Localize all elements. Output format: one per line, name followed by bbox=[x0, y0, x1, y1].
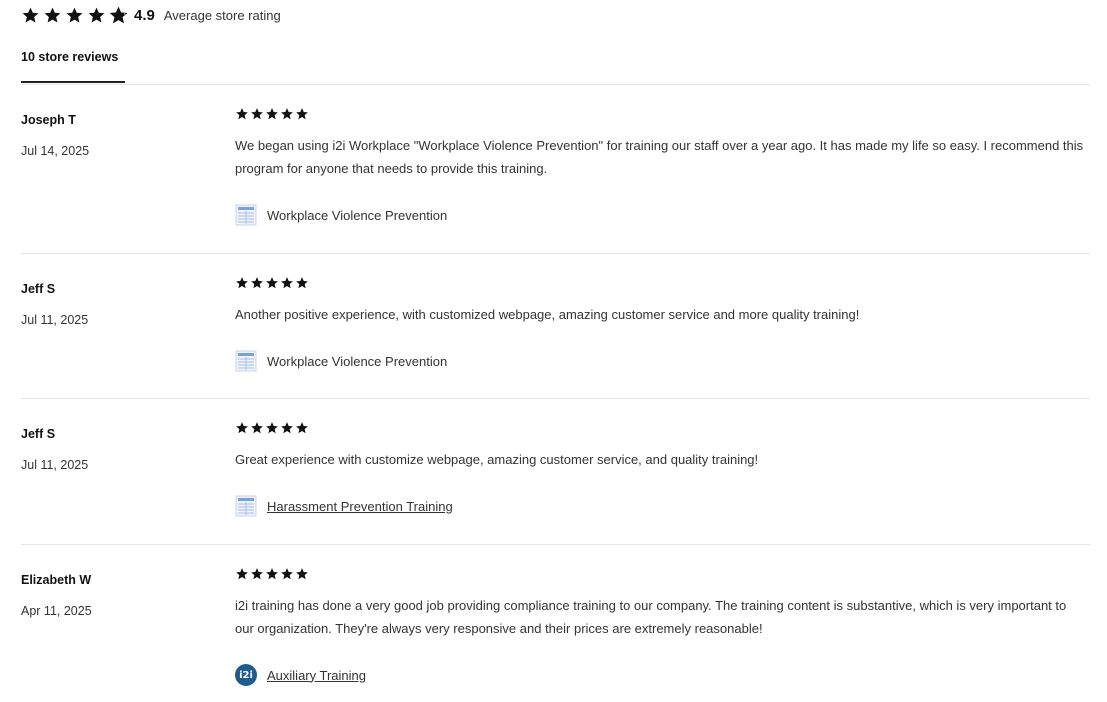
document-thumbnail-icon bbox=[235, 350, 257, 372]
star-full-icon bbox=[21, 6, 40, 25]
review-stars bbox=[235, 276, 309, 290]
review-stars bbox=[235, 107, 309, 121]
review-text: Another positive experience, with custom… bbox=[235, 307, 860, 322]
summary-stars bbox=[21, 6, 128, 25]
product-name: Workplace Violence Prevention bbox=[267, 353, 448, 369]
star-full-icon bbox=[251, 568, 263, 580]
star-full-icon bbox=[236, 422, 248, 434]
review-stars bbox=[235, 567, 309, 581]
review-author: Elizabeth W bbox=[21, 573, 92, 587]
star-full-icon bbox=[251, 277, 263, 289]
review-author: Jeff S bbox=[21, 427, 56, 441]
i2i-logo-icon: i2i bbox=[235, 664, 257, 686]
review-date: Apr 11, 2025 bbox=[21, 604, 92, 618]
review-date: Jul 11, 2025 bbox=[21, 313, 89, 327]
review-product[interactable]: Harassment Prevention Training bbox=[235, 495, 453, 517]
rating-summary: 4.9 Average store rating bbox=[21, 4, 281, 26]
star-full-icon bbox=[266, 108, 278, 120]
star-full-icon bbox=[296, 422, 308, 434]
star-full-icon bbox=[43, 6, 62, 25]
star-full-icon bbox=[296, 277, 308, 289]
divider bbox=[21, 253, 1090, 254]
star-full-icon bbox=[296, 108, 308, 120]
star-full-icon bbox=[251, 108, 263, 120]
tab-store-reviews[interactable]: 10 store reviews bbox=[21, 50, 118, 64]
document-thumbnail-icon bbox=[235, 204, 257, 226]
divider bbox=[21, 544, 1090, 545]
star-full-icon bbox=[87, 6, 106, 25]
review-stars bbox=[235, 421, 309, 435]
review-date: Jul 11, 2025 bbox=[21, 458, 89, 472]
review-product: Workplace Violence Prevention bbox=[235, 350, 447, 372]
average-rating-label: Average store rating bbox=[163, 7, 281, 23]
review-product: Workplace Violence Prevention bbox=[235, 204, 447, 226]
star-full-icon bbox=[65, 6, 84, 25]
star-full-icon bbox=[281, 277, 293, 289]
review-text: i2i training has done a very good job pr… bbox=[235, 598, 1067, 636]
divider bbox=[21, 84, 1090, 85]
star-full-icon bbox=[281, 422, 293, 434]
review-author: Joseph T bbox=[21, 113, 76, 127]
average-rating-value: 4.9 bbox=[134, 6, 155, 24]
product-link[interactable]: Auxiliary Training bbox=[267, 668, 366, 683]
review-text: Great experience with customize webpage,… bbox=[235, 452, 759, 467]
star-full-icon bbox=[236, 568, 248, 580]
star-full-icon bbox=[296, 568, 308, 580]
review-date: Jul 14, 2025 bbox=[21, 144, 90, 158]
star-full-icon bbox=[266, 422, 278, 434]
star-full-icon bbox=[236, 108, 248, 120]
document-thumbnail-icon bbox=[235, 495, 257, 517]
product-link[interactable]: Harassment Prevention Training bbox=[267, 499, 453, 514]
review-author: Jeff S bbox=[21, 282, 56, 296]
star-full-icon bbox=[281, 108, 293, 120]
star-full-icon bbox=[281, 568, 293, 580]
review-text: We began using i2i Workplace "Workplace … bbox=[235, 138, 1084, 176]
tab-active-indicator bbox=[21, 81, 125, 83]
review-product[interactable]: i2i Auxiliary Training bbox=[235, 664, 366, 686]
product-name: Workplace Violence Prevention bbox=[267, 207, 448, 223]
star-full-icon bbox=[236, 277, 248, 289]
star-full-icon bbox=[266, 277, 278, 289]
star-partial-icon bbox=[109, 6, 128, 25]
star-full-icon bbox=[251, 422, 263, 434]
divider bbox=[21, 398, 1090, 399]
star-full-icon bbox=[266, 568, 278, 580]
